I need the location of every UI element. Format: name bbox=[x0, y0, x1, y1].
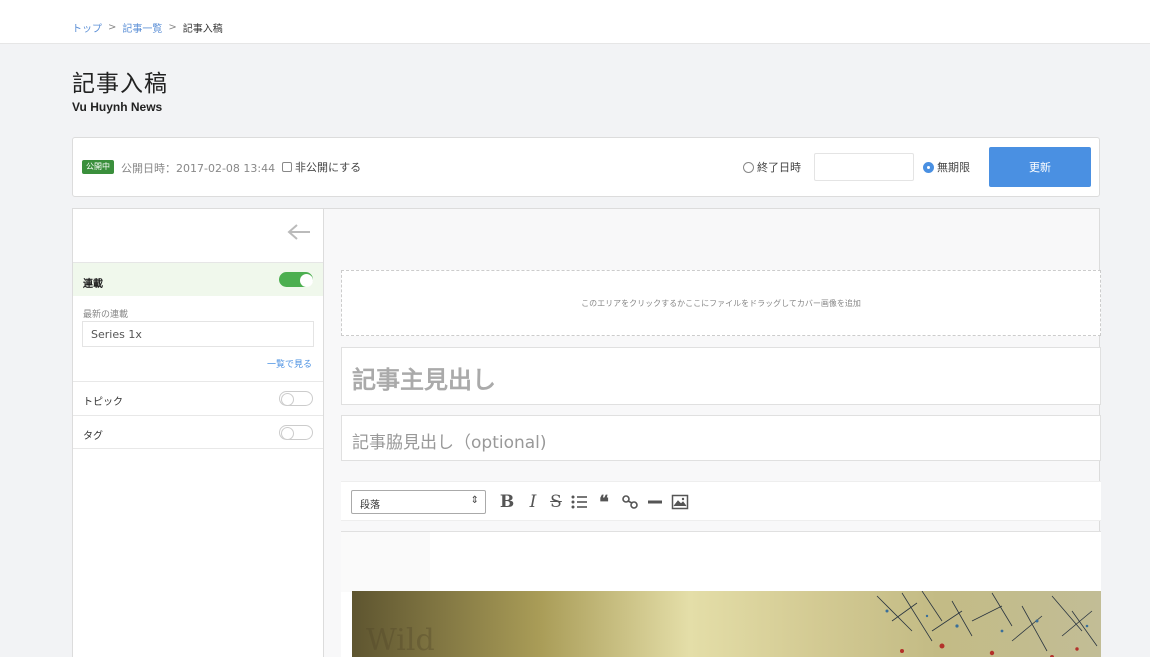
body-padding bbox=[341, 532, 430, 592]
bold-icon[interactable]: B bbox=[498, 490, 516, 514]
italic-icon[interactable]: I bbox=[526, 490, 540, 514]
end-date-input[interactable] bbox=[814, 153, 914, 181]
latest-series-field[interactable]: Series 1x bbox=[82, 321, 314, 347]
breadcrumb-separator: > bbox=[108, 22, 117, 33]
paint-splatter-graphic bbox=[876, 591, 1098, 657]
horizontal-rule-icon[interactable] bbox=[647, 490, 663, 514]
page-subtitle: Vu Huynh News bbox=[72, 100, 163, 114]
private-checkbox-label: 非公開にする bbox=[295, 161, 362, 174]
end-date-label: 終了日時 bbox=[757, 161, 801, 174]
checkbox-box[interactable] bbox=[282, 162, 292, 172]
topic-label: トピック bbox=[83, 397, 123, 408]
article-image-text: Wild bbox=[366, 623, 435, 657]
view-list-link[interactable]: 一覧で見る bbox=[267, 357, 312, 370]
select-arrows-icon: ⇕ bbox=[470, 495, 479, 506]
topic-toggle[interactable] bbox=[279, 391, 313, 406]
cover-image-dropzone[interactable]: このエリアをクリックするかここにファイルをドラッグしてカバー画像を追加 bbox=[341, 270, 1101, 336]
update-button[interactable]: 更新 bbox=[989, 147, 1091, 187]
page-title: 記事入稿 bbox=[72, 71, 168, 97]
series-label: 連載 bbox=[83, 279, 103, 290]
image-icon[interactable] bbox=[671, 490, 689, 514]
breadcrumb-current: 記事入稿 bbox=[182, 24, 223, 35]
publish-date: 公開日時：2017-02-08 13:44 bbox=[121, 162, 276, 175]
editor-toolbar: 段落 ⇕ B I S ❝ bbox=[341, 481, 1101, 521]
bullet-list-icon[interactable] bbox=[570, 490, 588, 514]
series-toggle[interactable] bbox=[279, 272, 313, 287]
editor-area: このエリアをクリックするかここにファイルをドラッグしてカバー画像を追加 記事主見… bbox=[324, 208, 1101, 657]
tag-label: タグ bbox=[83, 431, 103, 442]
breadcrumb: トップ > 記事一覧 > 記事入稿 bbox=[72, 20, 223, 35]
unlimited-label: 無期限 bbox=[937, 161, 970, 174]
breadcrumb-articles-link[interactable]: 記事一覧 bbox=[122, 20, 162, 35]
topic-row: トピック bbox=[73, 381, 323, 415]
unlimited-radio[interactable]: 無期限 bbox=[923, 159, 970, 175]
format-select[interactable]: 段落 ⇕ bbox=[351, 490, 486, 514]
headline-input[interactable]: 記事主見出し bbox=[341, 347, 1101, 405]
link-icon[interactable] bbox=[621, 490, 639, 514]
article-body[interactable]: Wild bbox=[341, 531, 1101, 657]
end-date-radio[interactable]: 終了日時 bbox=[743, 159, 801, 175]
private-checkbox[interactable]: 非公開にする bbox=[282, 159, 361, 175]
sidebar: 連載 最新の連載 Series 1x 一覧で見る トピック タグ bbox=[72, 208, 324, 657]
series-section: 連載 bbox=[73, 262, 323, 296]
back-arrow-icon[interactable] bbox=[287, 223, 311, 241]
publish-bar: 公開中 公開日時：2017-02-08 13:44 非公開にする 終了日時 無期… bbox=[72, 137, 1100, 197]
strikethrough-icon[interactable]: S bbox=[548, 490, 564, 514]
subheadline-input[interactable]: 記事脇見出し（optional) bbox=[341, 415, 1101, 461]
radio-circle-checked[interactable] bbox=[923, 161, 934, 173]
breadcrumb-top-link[interactable]: トップ bbox=[72, 20, 102, 35]
quote-icon[interactable]: ❝ bbox=[596, 490, 612, 514]
tag-toggle[interactable] bbox=[279, 425, 313, 440]
latest-series-label: 最新の連載 bbox=[83, 310, 129, 320]
status-badge: 公開中 bbox=[82, 160, 114, 174]
breadcrumb-separator: > bbox=[168, 22, 177, 33]
top-bar: トップ > 記事一覧 > 記事入稿 bbox=[0, 0, 1150, 44]
radio-circle[interactable] bbox=[743, 161, 754, 173]
format-select-value: 段落 bbox=[360, 500, 380, 511]
tag-row: タグ bbox=[73, 415, 323, 449]
article-image[interactable]: Wild bbox=[352, 591, 1101, 657]
